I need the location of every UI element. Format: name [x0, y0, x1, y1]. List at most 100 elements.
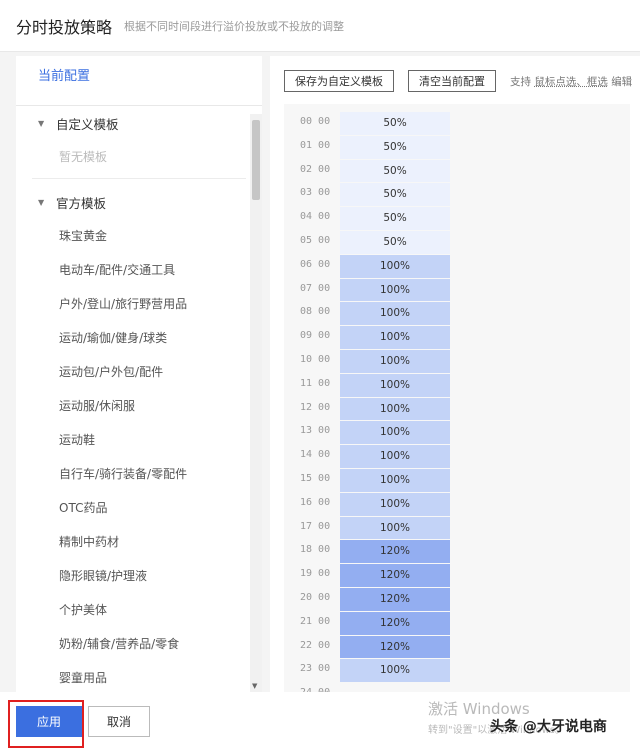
official-template-item[interactable]: 奶粉/辅食/营养品/零食: [16, 627, 262, 661]
edit-hint: 支持 鼠标点选、框选 编辑: [510, 74, 632, 89]
brand-watermark: 头条 @大牙说电商: [490, 719, 607, 735]
official-template-item[interactable]: OTC药品: [16, 491, 262, 525]
schedule-row: 00 00 50%: [284, 112, 630, 136]
schedule-row: 09 00 100%: [284, 326, 630, 350]
schedule-panel: 保存为自定义模板 清空当前配置 支持 鼠标点选、框选 编辑 00 00 50% 01…: [270, 56, 640, 698]
schedule-row: 12 00 100%: [284, 397, 630, 422]
schedule-cell[interactable]: 100%: [340, 373, 450, 397]
custom-template-toggle[interactable]: ▼ 自定义模板: [16, 106, 262, 140]
hour-label: 23 00: [300, 663, 331, 675]
schedule-row: 04 00 50%: [284, 207, 630, 231]
schedule-row: 19 00 120%: [284, 564, 630, 588]
schedule-cell[interactable]: 50%: [340, 183, 450, 207]
schedule-cell[interactable]: 100%: [340, 659, 450, 683]
hour-label: 07 00: [300, 282, 331, 294]
dialog-description: 根据不同时间段进行溢价投放或不投放的调整: [124, 19, 345, 33]
apply-button[interactable]: 应用: [16, 706, 82, 737]
hour-label: 19 00: [300, 568, 331, 580]
schedule-cell[interactable]: 100%: [340, 492, 450, 516]
schedule-cell[interactable]: 50%: [340, 159, 450, 183]
dialog-header: 分时投放策略 根据不同时间段进行溢价投放或不投放的调整: [0, 0, 640, 52]
cancel-button[interactable]: 取消: [88, 706, 150, 737]
current-config-link[interactable]: 当前配置: [16, 56, 262, 106]
official-template-item[interactable]: 自行车/骑行装备/零配件: [16, 457, 262, 491]
official-template-toggle[interactable]: ▼ 官方模板: [16, 185, 262, 219]
schedule-cell[interactable]: 50%: [340, 135, 450, 159]
custom-template-empty: 暂无模板: [59, 150, 108, 164]
official-template-item[interactable]: 电动车/配件/交通工具: [16, 253, 262, 287]
schedule-cell[interactable]: 120%: [340, 540, 450, 564]
hour-label: 22 00: [300, 639, 331, 651]
schedule-cell[interactable]: 100%: [340, 326, 450, 349]
schedule-row: 01 00 50%: [284, 135, 630, 160]
schedule-cell[interactable]: 100%: [340, 302, 450, 326]
hour-label: 11 00: [300, 377, 331, 389]
schedule-row: 21 00 120%: [284, 611, 630, 636]
official-template-item[interactable]: 运动鞋: [16, 423, 262, 457]
official-template-item[interactable]: 婴童用品: [16, 661, 262, 692]
schedule-cell[interactable]: 100%: [340, 397, 450, 421]
caret-down-icon: ▼: [38, 118, 45, 128]
clear-config-button[interactable]: 清空当前配置: [408, 70, 496, 92]
hour-label: 06 00: [300, 258, 331, 270]
schedule-row: 14 00 100%: [284, 445, 630, 469]
section-divider: [32, 178, 246, 179]
schedule-cell[interactable]: 50%: [340, 207, 450, 230]
official-template-item[interactable]: 精制中药材: [16, 525, 262, 559]
schedule-cell[interactable]: 100%: [340, 421, 450, 445]
schedule-cell[interactable]: 50%: [340, 231, 450, 254]
schedule-row: 06 00 100%: [284, 254, 630, 279]
scroll-down-arrow-icon[interactable]: ▼: [252, 682, 257, 690]
schedule-row: 13 00 100%: [284, 421, 630, 445]
hour-label: 03 00: [300, 187, 331, 199]
official-template-list: 珠宝黄金 电动车/配件/交通工具 户外/登山/旅行野营用品 运动/瑜伽/健身/球类 运动…: [16, 219, 262, 692]
schedule-cell[interactable]: 100%: [340, 469, 450, 492]
hour-label: 14 00: [300, 449, 331, 461]
template-panel: 当前配置 ▼ 自定义模板 暂无模板 ▼ 官方模板 珠宝黄金 电动车/配件/交通工具…: [16, 56, 262, 692]
schedule-row: 15 00 100%: [284, 469, 630, 493]
template-scrollbar[interactable]: ▼: [250, 114, 262, 692]
official-template-item[interactable]: 个护美体: [16, 593, 262, 627]
schedule-cell[interactable]: 120%: [340, 564, 450, 587]
schedule-row: 05 00 50%: [284, 231, 630, 255]
hour-label: 17 00: [300, 520, 331, 532]
schedule-cell[interactable]: 100%: [340, 445, 450, 468]
schedule-cell[interactable]: 100%: [340, 516, 450, 540]
caret-down-icon: ▼: [38, 197, 45, 207]
hint-prefix: 支持: [510, 75, 531, 88]
hour-label: 18 00: [300, 544, 331, 556]
schedule-cell[interactable]: 50%: [340, 112, 450, 135]
save-as-template-button[interactable]: 保存为自定义模板: [284, 70, 394, 92]
schedule-cell[interactable]: 100%: [340, 350, 450, 373]
hour-label: 16 00: [300, 496, 331, 508]
schedule-cell[interactable]: 120%: [340, 588, 450, 611]
hint-suffix: 编辑: [611, 75, 633, 88]
hour-label: 00 00: [300, 116, 331, 127]
schedule-row: 20 00 120%: [284, 588, 630, 612]
official-template-item[interactable]: 运动服/休闲服: [16, 389, 262, 423]
official-template-item[interactable]: 运动/瑜伽/健身/球类: [16, 321, 262, 355]
hour-label: 21 00: [300, 615, 331, 627]
hour-label: 15 00: [300, 473, 331, 484]
schedule-row: 03 00 50%: [284, 183, 630, 207]
official-template-item[interactable]: 户外/登山/旅行野营用品: [16, 287, 262, 321]
schedule-cell[interactable]: 120%: [340, 635, 450, 659]
schedule-cell[interactable]: 100%: [340, 254, 450, 278]
schedule-row: 10 00 100%: [284, 350, 630, 374]
schedule-cell[interactable]: 100%: [340, 278, 450, 302]
hour-label: 12 00: [300, 401, 331, 413]
schedule-row: 18 00 120%: [284, 540, 630, 564]
schedule-cell[interactable]: 120%: [340, 611, 450, 635]
schedule-row: 17 00 100%: [284, 516, 630, 541]
official-template-item[interactable]: 隐形眼镜/护理液: [16, 559, 262, 593]
official-template-item[interactable]: 运动包/户外包/配件: [16, 355, 262, 389]
hour-label: 05 00: [300, 235, 331, 246]
hour-label: 02 00: [300, 163, 331, 175]
schedule-row: 22 00 120%: [284, 635, 630, 660]
official-template-item[interactable]: 珠宝黄金: [16, 219, 262, 253]
official-template-label: 官方模板: [56, 195, 107, 211]
schedule-row: 23 00 100%: [284, 659, 630, 683]
scrollbar-thumb[interactable]: [252, 120, 260, 200]
schedule-row: 07 00 100%: [284, 278, 630, 303]
schedule-row: 16 00 100%: [284, 492, 630, 517]
